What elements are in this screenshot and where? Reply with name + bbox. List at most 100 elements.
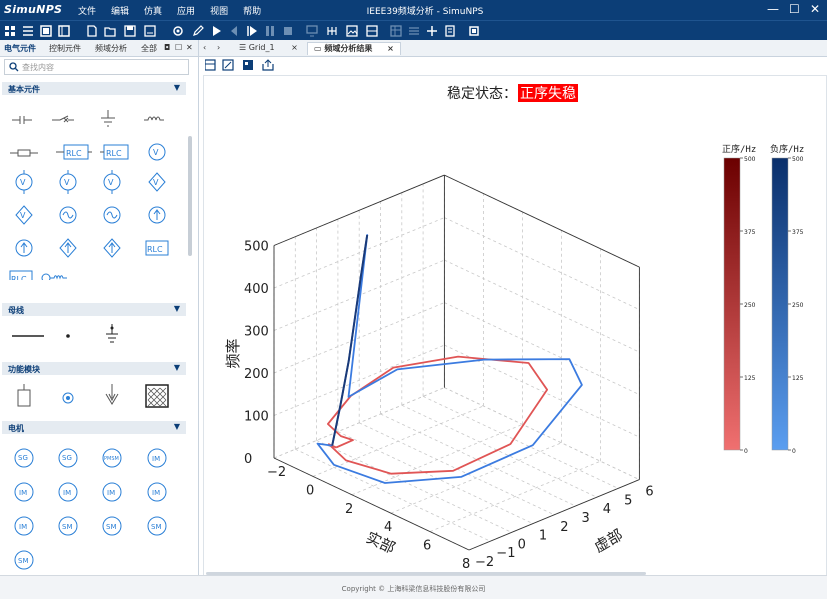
ac-source-icon[interactable] [59, 206, 77, 224]
new-file-icon[interactable] [86, 25, 98, 37]
hatched-block-icon[interactable] [145, 384, 169, 408]
panel-restore-icon[interactable]: ☐ [175, 43, 182, 52]
minimize-button[interactable]: — [767, 2, 779, 16]
controlled-voltage-source-icon[interactable]: V [15, 205, 33, 225]
im-machine-icon[interactable]: IM [14, 516, 34, 536]
im-machine-icon[interactable]: IM [147, 448, 167, 468]
im-machine-icon[interactable]: IM [147, 482, 167, 502]
panel-float-icon[interactable]: ◘ [164, 43, 170, 52]
table-icon[interactable] [390, 25, 402, 37]
tab-nav-prev[interactable]: ‹ [203, 42, 206, 54]
panel-icon[interactable] [58, 25, 70, 37]
y-tick-label: 2 [560, 520, 568, 535]
bus-node-icon[interactable] [66, 334, 70, 338]
sm-machine-icon[interactable]: SM [58, 516, 78, 536]
open-file-icon[interactable] [104, 25, 116, 37]
grid-icon[interactable] [4, 25, 16, 37]
rlc-series-icon[interactable]: RLC [56, 144, 92, 160]
im-machine-icon[interactable]: IM [102, 482, 122, 502]
chip-icon[interactable] [468, 25, 480, 37]
edit-icon[interactable] [192, 25, 204, 37]
im-machine-icon[interactable]: IM [14, 482, 34, 502]
document-icon[interactable] [444, 25, 456, 37]
bus-ground-icon[interactable] [106, 324, 118, 343]
section-header-function[interactable]: 功能模块 ▼ [2, 362, 186, 375]
close-window-button[interactable]: ✕ [810, 2, 820, 16]
rlc-shunt-icon[interactable]: RLC [100, 144, 129, 160]
controlled-current-source-icon[interactable] [59, 238, 77, 258]
im-machine-icon[interactable]: IM [58, 482, 78, 502]
step-back-icon[interactable] [228, 25, 240, 37]
controlled-voltage-source-icon[interactable]: V [148, 172, 166, 192]
network-icon[interactable] [326, 25, 338, 37]
voltage-source-icon[interactable]: V [15, 170, 33, 194]
tab-nav-next[interactable]: › [217, 42, 220, 54]
ground-symbol-icon[interactable] [101, 110, 115, 127]
voltage-source-icon[interactable]: V [59, 170, 77, 194]
block-symbol-icon[interactable] [17, 384, 31, 407]
mutual-inductor-icon[interactable] [41, 273, 67, 280]
sm-machine-icon[interactable]: SM [102, 516, 122, 536]
inductor-symbol-icon[interactable] [144, 116, 164, 121]
zoom-fit-icon[interactable] [222, 59, 234, 71]
save-file-icon[interactable] [124, 25, 136, 37]
search-input[interactable]: 查找内容 [4, 59, 189, 75]
image-icon[interactable] [346, 25, 358, 37]
settings-icon[interactable] [172, 25, 184, 37]
sm-machine-icon[interactable]: SM [147, 516, 167, 536]
frequency-3d-plot[interactable]: 稳定状态： 正序失稳 0100200300400500−202468 −2−101… [204, 76, 824, 574]
pause-icon[interactable] [264, 25, 276, 37]
current-source-icon[interactable] [148, 206, 166, 224]
ac-source-icon[interactable] [103, 206, 121, 224]
tab-all[interactable]: 全部 [141, 43, 157, 54]
maximize-button[interactable]: ☐ [789, 2, 800, 16]
rlc-branch-icon[interactable]: RLC [145, 240, 169, 256]
crosshair-icon[interactable] [426, 25, 438, 37]
tab-close-icon[interactable]: × [291, 43, 298, 52]
share-icon[interactable] [262, 59, 274, 71]
sm-machine-icon[interactable]: SM [14, 550, 34, 570]
pmsm-machine-icon[interactable]: PMSM [102, 448, 122, 468]
ground-symbol-icon[interactable] [12, 116, 32, 124]
sidebar-scrollbar[interactable] [188, 136, 192, 256]
tab-grid-1[interactable]: ☰ Grid_1 × [233, 42, 304, 54]
tab-close-icon[interactable]: × [387, 44, 394, 53]
menu-simulate[interactable]: 仿真 [144, 4, 162, 17]
tab-electrical[interactable]: 电气元件 [4, 43, 36, 54]
export-icon[interactable] [243, 60, 253, 70]
menu-apps[interactable]: 应用 [177, 4, 195, 17]
menu-view[interactable]: 视图 [210, 4, 228, 17]
voltage-source-icon[interactable]: V [103, 170, 121, 194]
monitor-icon[interactable] [306, 25, 318, 37]
tab-frequency[interactable]: 频域分析 [95, 43, 127, 54]
svg-text:IM: IM [152, 455, 160, 463]
switch-symbol-icon[interactable] [52, 115, 74, 123]
measure-symbol-icon[interactable] [62, 392, 74, 404]
list-icon[interactable] [22, 25, 34, 37]
section-header-machines[interactable]: 电机 ▼ [2, 421, 186, 434]
menu-file[interactable]: 文件 [78, 4, 96, 17]
sg-machine-icon[interactable]: SG [14, 448, 34, 468]
step-forward-icon[interactable] [246, 25, 258, 37]
section-header-bus[interactable]: 母线 ▼ [2, 303, 186, 316]
tab-control[interactable]: 控制元件 [49, 43, 81, 54]
section-header-basic[interactable]: 基本元件 ▼ [2, 82, 186, 95]
controlled-current-source-icon[interactable] [103, 238, 121, 258]
run-icon[interactable] [210, 25, 222, 37]
fault-symbol-icon[interactable] [105, 384, 119, 405]
voltage-source-icon[interactable]: V [148, 143, 166, 161]
resistor-symbol-icon[interactable] [10, 149, 38, 157]
menu-help[interactable]: 帮助 [243, 4, 261, 17]
current-source-icon[interactable] [15, 239, 33, 257]
sg-machine-icon[interactable]: SG [58, 448, 78, 468]
save-image-icon[interactable] [204, 59, 216, 71]
panel-close-icon[interactable]: ✕ [186, 43, 193, 52]
window-icon[interactable] [40, 25, 52, 37]
rlc-branch-icon[interactable]: RLC [9, 270, 33, 280]
sequence-icon[interactable] [408, 25, 420, 37]
tab-frequency-result[interactable]: ▭ 频域分析结果 × [307, 42, 401, 55]
save-as-icon[interactable] [144, 25, 156, 37]
menu-edit[interactable]: 编辑 [111, 4, 129, 17]
layer-icon[interactable] [366, 25, 378, 37]
stop-icon[interactable] [282, 25, 294, 37]
